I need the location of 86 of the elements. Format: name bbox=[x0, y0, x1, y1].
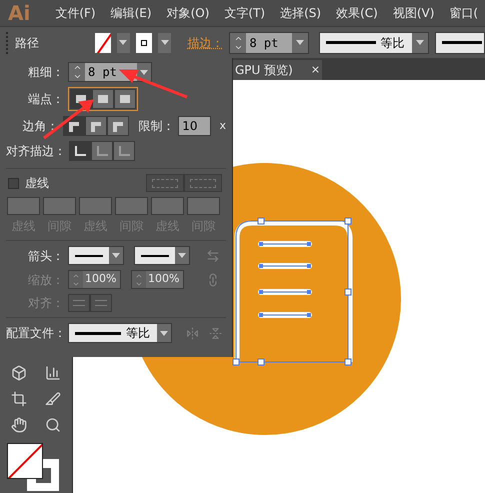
cap-icon bbox=[118, 93, 132, 105]
caret-icon bbox=[119, 40, 128, 45]
dropdown-button[interactable] bbox=[116, 32, 130, 52]
profile-value: 等比 bbox=[379, 34, 406, 52]
profile-dropdown[interactable]: 等比 bbox=[319, 32, 430, 54]
weight-field[interactable]: 8 pt bbox=[68, 62, 152, 82]
app-logo: Ai bbox=[8, 3, 30, 23]
scale-value: 100% bbox=[84, 271, 118, 288]
corner-icon bbox=[111, 120, 126, 132]
menu-item[interactable]: 视图(V) bbox=[392, 4, 434, 22]
field-label: 配置文件： bbox=[6, 325, 64, 342]
weight-value: 8 pt bbox=[87, 64, 118, 81]
align-icon bbox=[73, 145, 87, 157]
menu-item[interactable]: 窗口( bbox=[449, 4, 478, 22]
dash-align-button[interactable] bbox=[146, 174, 184, 192]
dash-field[interactable] bbox=[43, 197, 76, 215]
scale-value: 100% bbox=[147, 271, 180, 288]
arrow-align-icon bbox=[73, 300, 85, 306]
dash-align-button[interactable] bbox=[184, 174, 222, 192]
corner-icon bbox=[89, 120, 104, 132]
option-button[interactable] bbox=[85, 116, 108, 136]
close-button[interactable]: × bbox=[310, 62, 320, 78]
dash-corner-icon bbox=[190, 178, 216, 188]
field-label: 边角： bbox=[21, 118, 58, 135]
knife-icon[interactable] bbox=[45, 391, 61, 407]
menu-item[interactable]: 对象(O) bbox=[166, 4, 210, 22]
field-label: 对齐描边： bbox=[6, 143, 64, 160]
option-button[interactable] bbox=[107, 116, 130, 136]
down-icon bbox=[72, 72, 82, 81]
arrowhead-dropdown[interactable] bbox=[68, 246, 124, 265]
dash-corner-icon bbox=[152, 178, 178, 188]
up-icon bbox=[72, 63, 82, 72]
dash-field[interactable] bbox=[7, 197, 40, 215]
unit-label: x bbox=[219, 118, 226, 134]
dash-field[interactable] bbox=[151, 197, 184, 215]
checkbox-label: 虚线 bbox=[25, 175, 49, 192]
option-button[interactable] bbox=[92, 89, 114, 109]
arrow-align-button[interactable] bbox=[90, 294, 112, 312]
field-label: 端点： bbox=[27, 91, 64, 108]
field-label: 限制： bbox=[138, 118, 174, 135]
arrow-align-button[interactable] bbox=[68, 294, 90, 312]
align-icon bbox=[117, 145, 131, 157]
field-label: 粗细： bbox=[27, 64, 64, 81]
search-icon[interactable] bbox=[45, 417, 61, 433]
artboard-icon[interactable] bbox=[11, 391, 27, 407]
arrow-align-icon bbox=[95, 300, 107, 306]
stroke-swatch[interactable] bbox=[136, 32, 152, 52]
corner-icon bbox=[67, 120, 82, 132]
limit-field[interactable]: 10 bbox=[178, 116, 212, 136]
cap-icon bbox=[96, 93, 110, 105]
symbol-icon[interactable] bbox=[11, 365, 27, 381]
menu-item[interactable]: 文字(T) bbox=[224, 4, 266, 22]
menu-item[interactable]: 编辑(E) bbox=[110, 4, 152, 22]
dash-field[interactable] bbox=[79, 197, 112, 215]
menu-item[interactable]: 文件(F) bbox=[55, 4, 96, 22]
caret-icon bbox=[112, 253, 120, 258]
hand-icon[interactable] bbox=[11, 417, 27, 433]
option-button[interactable] bbox=[114, 89, 136, 109]
menu-item[interactable]: 效果(C) bbox=[336, 4, 378, 22]
option-button[interactable] bbox=[63, 116, 86, 136]
fill-swatch[interactable] bbox=[94, 32, 111, 52]
profile-value: 等比 bbox=[125, 325, 151, 342]
option-button[interactable] bbox=[69, 141, 91, 161]
caret-icon bbox=[296, 40, 304, 45]
caret-icon bbox=[160, 40, 169, 45]
document-tab[interactable]: GPU 预览) × bbox=[233, 60, 322, 80]
field-label: 箭头： bbox=[27, 248, 64, 264]
dropdown-button[interactable] bbox=[158, 32, 172, 52]
weight-value: 8 pt bbox=[248, 34, 280, 52]
option-button[interactable] bbox=[113, 141, 135, 161]
stroke-weight-field[interactable]: 8 pt bbox=[229, 32, 310, 54]
arrowhead-dropdown[interactable] bbox=[134, 246, 190, 265]
caret-icon bbox=[416, 40, 424, 45]
grip-icon bbox=[6, 32, 9, 54]
profile-dropdown[interactable]: 等比 bbox=[68, 323, 172, 343]
chart-icon[interactable] bbox=[45, 365, 61, 381]
dash-field[interactable] bbox=[187, 197, 220, 215]
option-button[interactable] bbox=[91, 141, 113, 161]
profile-dropdown[interactable] bbox=[435, 32, 485, 54]
caret-icon bbox=[178, 253, 186, 258]
dash-field[interactable] bbox=[115, 197, 148, 215]
document-title: GPU 预览) bbox=[235, 62, 293, 79]
align-icon bbox=[95, 145, 109, 157]
menu-item[interactable]: 选择(S) bbox=[280, 4, 322, 22]
caret-icon bbox=[160, 330, 168, 336]
panel-title: 路径 bbox=[14, 34, 40, 52]
